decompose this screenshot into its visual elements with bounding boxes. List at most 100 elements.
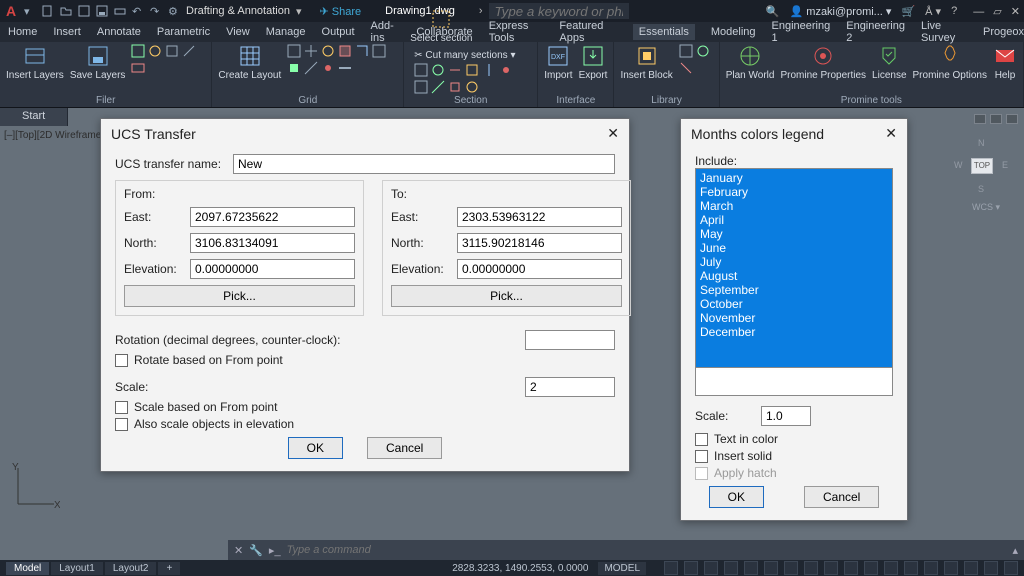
vp-maximize-icon[interactable] xyxy=(990,114,1002,124)
scale-input[interactable] xyxy=(525,377,615,397)
insert-block-button[interactable]: Insert Block xyxy=(620,44,672,81)
rotation-input[interactable] xyxy=(525,330,615,350)
close-button[interactable]: ✕ xyxy=(1011,6,1020,18)
quickprops-icon[interactable] xyxy=(924,561,938,575)
filer-mini-icons[interactable] xyxy=(131,44,205,75)
promine-options-button[interactable]: Promine Options xyxy=(913,44,987,81)
mini-icon[interactable] xyxy=(465,80,479,94)
menu-icon[interactable]: ▾ xyxy=(24,5,36,17)
mini-icon[interactable] xyxy=(355,44,369,58)
tab-annotate[interactable]: Annotate xyxy=(97,26,141,38)
mini-icon[interactable] xyxy=(465,63,479,77)
undo-icon[interactable]: ↶ xyxy=(132,5,144,17)
search-icon[interactable]: 🔍 xyxy=(766,5,780,18)
snap-icon[interactable] xyxy=(684,561,698,575)
tab-output[interactable]: Output xyxy=(322,26,355,38)
mini-icon[interactable] xyxy=(131,44,145,58)
mini-icon[interactable] xyxy=(131,61,145,75)
hardware-icon[interactable] xyxy=(964,561,978,575)
mini-icon[interactable] xyxy=(679,61,693,75)
promine-properties-button[interactable]: Promine Properties xyxy=(780,44,866,81)
return-to-plan-button[interactable]: Return to plan xyxy=(410,0,473,1)
text-in-color-checkbox[interactable]: Text in color xyxy=(695,432,893,446)
mini-icon[interactable] xyxy=(182,44,196,58)
viewcube-e[interactable]: E xyxy=(1002,160,1008,170)
tab-addins[interactable]: Add-ins xyxy=(371,20,401,44)
mini-icon[interactable] xyxy=(414,80,428,94)
workspace-icon[interactable] xyxy=(864,561,878,575)
vp-minimize-icon[interactable] xyxy=(974,114,986,124)
mini-icon[interactable] xyxy=(679,44,693,58)
save-layers-button[interactable]: Save Layers xyxy=(70,44,126,81)
select-section-button[interactable]: Select section xyxy=(410,7,472,44)
new-icon[interactable] xyxy=(42,5,54,17)
share-button[interactable]: ✈ Share xyxy=(320,5,362,18)
insert-solid-checkbox[interactable]: Insert solid xyxy=(695,449,893,463)
close-icon[interactable]: ✕ xyxy=(885,125,897,142)
customize-icon[interactable] xyxy=(1004,561,1018,575)
gear-icon[interactable]: ⚙ xyxy=(168,5,180,17)
lweight-icon[interactable] xyxy=(784,561,798,575)
view-cube[interactable]: N W E S TOP xyxy=(952,136,1010,194)
cycling-icon[interactable] xyxy=(824,561,838,575)
create-layout-button[interactable]: Create Layout xyxy=(218,44,281,81)
add-layout-button[interactable]: + xyxy=(158,562,180,575)
scale-elev-checkbox[interactable]: Also scale objects in elevation xyxy=(115,417,615,431)
mini-icon[interactable] xyxy=(482,63,496,77)
months-scale-input[interactable] xyxy=(761,406,811,426)
insert-layers-button[interactable]: Insert Layers xyxy=(6,44,64,81)
viewport-label[interactable]: [–][Top][2D Wireframe] xyxy=(4,130,104,141)
mini-icon[interactable] xyxy=(372,44,386,58)
ucs-name-input[interactable] xyxy=(233,154,615,174)
list-item[interactable]: October xyxy=(700,297,888,311)
from-elev-input[interactable] xyxy=(190,259,355,279)
to-east-input[interactable] xyxy=(457,207,622,227)
from-north-input[interactable] xyxy=(190,233,355,253)
mini-icon[interactable] xyxy=(321,61,335,75)
modelspace-toggle[interactable]: MODEL xyxy=(598,562,646,575)
list-item[interactable]: December xyxy=(700,325,888,339)
osnap-icon[interactable] xyxy=(744,561,758,575)
layout-tab-1[interactable]: Layout1 xyxy=(51,562,103,575)
tab-home[interactable]: Home xyxy=(8,26,37,38)
help-icon[interactable]: ? xyxy=(951,5,957,17)
annoscale-icon[interactable] xyxy=(844,561,858,575)
mini-icon[interactable] xyxy=(304,61,318,75)
export-button[interactable]: Export xyxy=(579,44,608,81)
list-item[interactable]: May xyxy=(700,227,888,241)
mini-icon[interactable] xyxy=(338,44,352,58)
cursor-coordinates[interactable]: 2828.3233, 1490.2553, 0.0000 xyxy=(452,563,588,574)
months-listbox[interactable]: January February March April May June Ju… xyxy=(695,168,893,368)
mini-icon[interactable] xyxy=(431,80,445,94)
annomonitor-icon[interactable] xyxy=(884,561,898,575)
restore-button[interactable]: ▱ xyxy=(993,6,1001,18)
cleanscreen-icon[interactable] xyxy=(984,561,998,575)
doc-tab-start[interactable]: Start xyxy=(0,108,68,126)
tab-modeling[interactable]: Modeling xyxy=(711,26,756,38)
layout-tab-2[interactable]: Layout2 xyxy=(105,562,157,575)
saveas-icon[interactable] xyxy=(96,5,108,17)
ortho-icon[interactable] xyxy=(704,561,718,575)
close-icon[interactable]: ✕ xyxy=(607,125,619,142)
signin-button[interactable]: 👤 mzaki@promi... ▾ xyxy=(790,5,892,18)
import-button[interactable]: DXFImport xyxy=(544,44,572,81)
otrack-icon[interactable] xyxy=(764,561,778,575)
tab-insert[interactable]: Insert xyxy=(53,26,81,38)
tab-parametric[interactable]: Parametric xyxy=(157,26,210,38)
mini-icon[interactable] xyxy=(414,63,428,77)
close-icon[interactable]: ✕ xyxy=(234,544,243,557)
plot-icon[interactable] xyxy=(114,5,126,17)
vp-close-icon[interactable] xyxy=(1006,114,1018,124)
command-input[interactable] xyxy=(287,544,1007,556)
tab-essentials[interactable]: Essentials xyxy=(633,24,695,40)
plan-world-button[interactable]: Plan World xyxy=(726,44,775,81)
license-button[interactable]: License xyxy=(872,44,906,81)
redo-icon[interactable]: ↷ xyxy=(150,5,162,17)
ok-button[interactable]: OK xyxy=(288,437,343,459)
layout-tab-model[interactable]: Model xyxy=(6,562,49,575)
viewcube-n[interactable]: N xyxy=(978,138,985,148)
mini-icon[interactable] xyxy=(431,63,445,77)
scale-from-checkbox[interactable]: Scale based on From point xyxy=(115,400,615,414)
mini-icon[interactable] xyxy=(304,44,318,58)
save-icon[interactable] xyxy=(78,5,90,17)
